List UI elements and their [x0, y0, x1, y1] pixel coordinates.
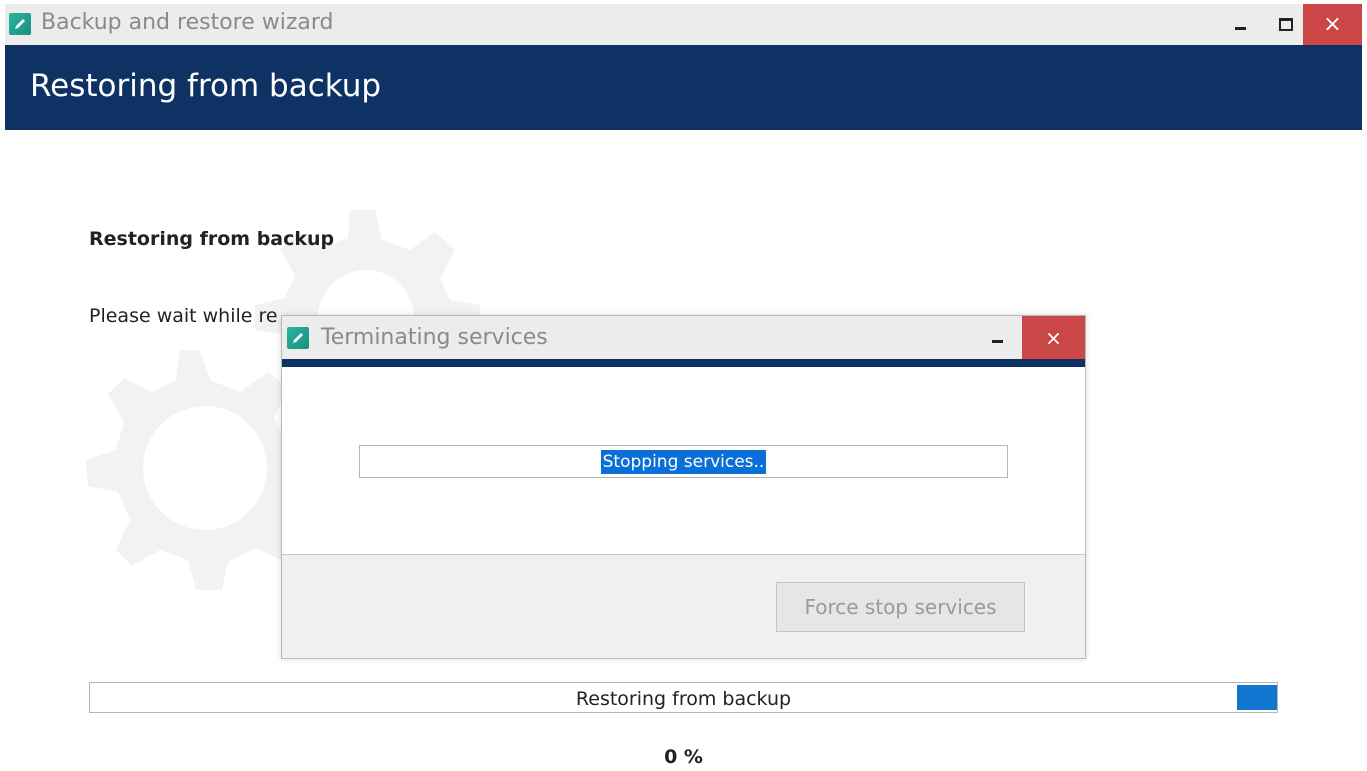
pencil-app-icon [9, 13, 31, 35]
dialog-close-button[interactable]: × [1022, 316, 1085, 359]
stopping-services-text: Stopping services.. [600, 449, 767, 474]
page-title: Restoring from backup [30, 68, 382, 104]
header-band: Restoring from backup [5, 45, 1362, 130]
wait-text: Please wait while re [89, 305, 278, 327]
progress-label: Restoring from backup [575, 688, 792, 710]
minimize-icon [991, 340, 1003, 343]
minimize-icon [1234, 27, 1246, 30]
dialog-minimize-button[interactable] [977, 316, 1017, 359]
restore-progress-bar: Restoring from backup [89, 682, 1278, 713]
close-icon: × [1323, 11, 1342, 37]
dialog-footer: Force stop services [282, 554, 1085, 658]
force-stop-services-button[interactable]: Force stop services [776, 582, 1025, 632]
close-icon: × [1045, 325, 1062, 350]
maximize-icon [1279, 18, 1293, 31]
dialog-title: Terminating services [321, 325, 548, 350]
terminating-services-dialog: Terminating services × Stopping services… [281, 315, 1086, 659]
window-titlebar[interactable]: Backup and restore wizard × [5, 4, 1362, 45]
pencil-app-icon [287, 327, 309, 349]
stopping-services-progress: Stopping services.. [359, 445, 1008, 478]
section-heading: Restoring from backup [89, 228, 335, 250]
minimize-button[interactable] [1217, 4, 1263, 45]
dialog-accent-bar [282, 359, 1085, 367]
progress-percent: 0 % [664, 746, 703, 768]
dialog-titlebar[interactable]: Terminating services × [282, 316, 1085, 359]
window-title: Backup and restore wizard [41, 10, 334, 35]
close-button[interactable]: × [1303, 4, 1362, 45]
